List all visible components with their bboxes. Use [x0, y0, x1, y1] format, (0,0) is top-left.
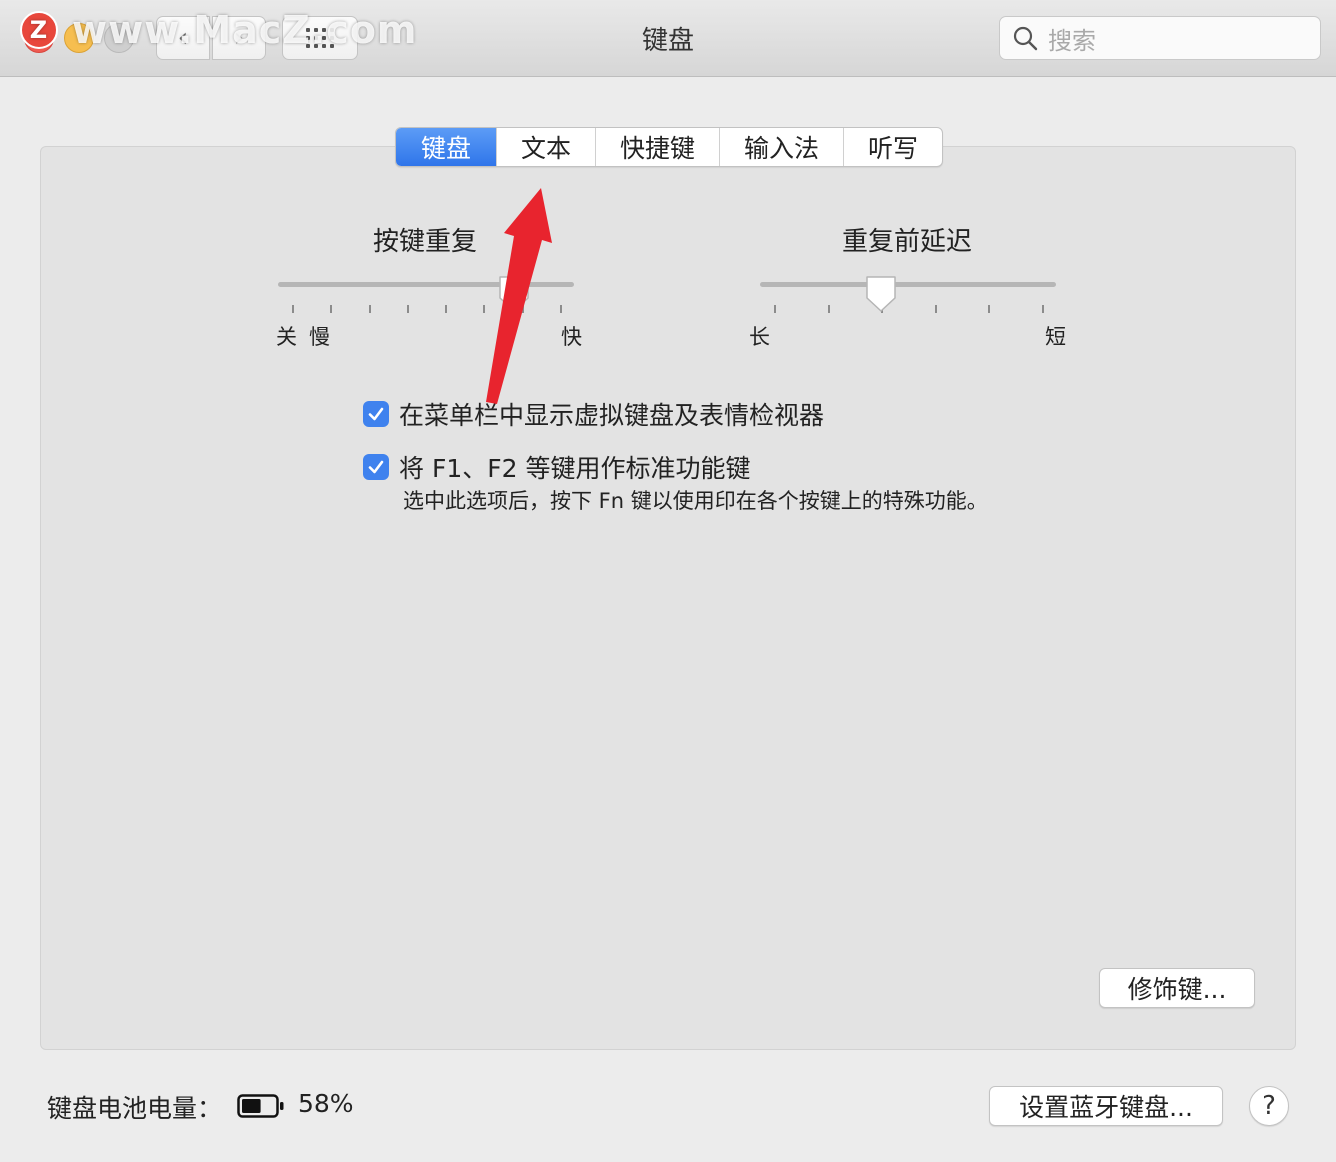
delay-until-repeat-thumb[interactable]: [864, 274, 898, 314]
key-repeat-off-label: 关: [276, 325, 297, 349]
modifier-keys-button[interactable]: 修饰键...: [1099, 968, 1255, 1008]
key-repeat-title: 按键重复: [373, 227, 478, 257]
show-viewer-label: 在菜单栏中显示虚拟键盘及表情检视器: [399, 401, 825, 430]
delay-until-repeat-slider[interactable]: [760, 282, 1056, 287]
tab-text[interactable]: 文本: [497, 128, 596, 166]
search-placeholder: 搜索: [1048, 26, 1096, 55]
delay-until-repeat-title: 重复前延迟: [842, 227, 973, 257]
key-repeat-slow-label: 慢: [309, 325, 330, 349]
show-viewer-checkbox[interactable]: [363, 401, 389, 427]
checkmark-icon: [368, 407, 384, 421]
key-repeat-fast-label: 快: [561, 325, 582, 349]
fn-keys-description: 选中此选项后，按下 Fn 键以使用印在各个按键上的特殊功能。: [403, 489, 988, 513]
battery-label: 键盘电池电量：: [47, 1094, 223, 1123]
fn-keys-option[interactable]: 将 F1、F2 等键用作标准功能键: [363, 449, 750, 485]
slider-tick: [774, 305, 776, 313]
delay-long-label: 长: [749, 325, 770, 349]
battery-icon: [237, 1094, 284, 1118]
slider-tick: [330, 305, 332, 313]
slider-tick: [445, 305, 447, 313]
fn-keys-label: 将 F1、F2 等键用作标准功能键: [399, 454, 751, 483]
tab-input-sources[interactable]: 输入法: [720, 128, 844, 166]
settings-panel: [40, 146, 1296, 1050]
fn-keys-checkbox[interactable]: [363, 454, 389, 480]
show-viewer-option[interactable]: 在菜单栏中显示虚拟键盘及表情检视器: [363, 396, 824, 432]
tab-shortcuts[interactable]: 快捷键: [596, 128, 720, 166]
slider-tick: [988, 305, 990, 313]
slider-tick: [828, 305, 830, 313]
tab-dictation[interactable]: 听写: [844, 128, 942, 166]
slider-tick: [369, 305, 371, 313]
title-bar: ‹ › Z www.MacZ.com 键盘 搜索: [0, 0, 1336, 77]
tab-bar: 键盘 文本 快捷键 输入法 听写: [395, 127, 943, 167]
delay-short-label: 短: [1045, 325, 1066, 349]
help-button[interactable]: ?: [1249, 1086, 1289, 1126]
checkmark-icon: [368, 460, 384, 474]
slider-tick: [407, 305, 409, 313]
battery-percent: 58%: [298, 1089, 354, 1118]
slider-tick: [935, 305, 937, 313]
key-repeat-thumb[interactable]: [497, 274, 531, 314]
slider-tick: [483, 305, 485, 313]
search-field[interactable]: 搜索: [999, 16, 1321, 60]
slider-tick: [292, 305, 294, 313]
slider-tick: [560, 305, 562, 313]
slider-tick: [1042, 305, 1044, 313]
search-icon: [1013, 26, 1038, 51]
setup-bluetooth-keyboard-button[interactable]: 设置蓝牙键盘...: [989, 1086, 1223, 1126]
tab-keyboard[interactable]: 键盘: [396, 128, 497, 166]
